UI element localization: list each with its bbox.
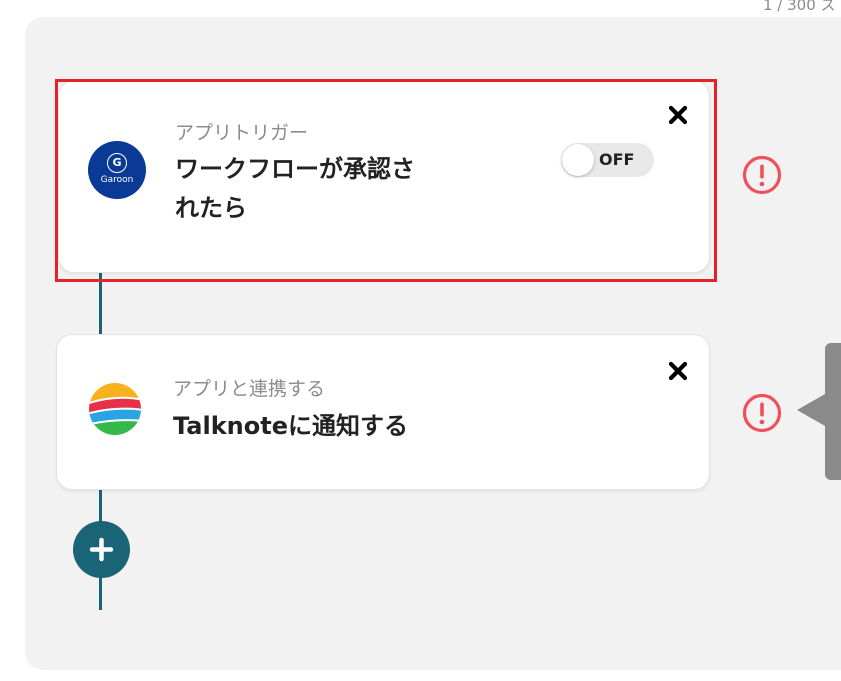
- side-panel-pointer: [797, 394, 825, 426]
- step-counter: 1 / 300 ス: [763, 0, 836, 14]
- plus-icon: [89, 537, 114, 562]
- action-step-title: Talknoteに通知する: [173, 412, 408, 440]
- trigger-step-card[interactable]: G Garoon アプリトリガー ワークフローが承認さ れたら OFF: [58, 80, 710, 273]
- flow-connector-line: [99, 577, 102, 610]
- flow-connector-line: [99, 490, 102, 522]
- add-step-button[interactable]: [73, 521, 130, 578]
- close-icon[interactable]: [667, 360, 689, 382]
- exclamation-circle-icon: [742, 155, 782, 195]
- talknote-app-icon: [86, 380, 144, 438]
- trigger-toggle-switch[interactable]: OFF: [561, 143, 654, 177]
- side-panel: [825, 343, 841, 480]
- close-icon[interactable]: [667, 104, 689, 126]
- garoon-logo-word: Garoon: [100, 175, 134, 185]
- toggle-state-label: OFF: [599, 150, 635, 169]
- garoon-app-icon: G Garoon: [88, 141, 146, 199]
- exclamation-circle-icon: [742, 393, 782, 433]
- action-step-card[interactable]: アプリと連携する Talknoteに通知する: [56, 334, 710, 490]
- trigger-step-type: アプリトリガー: [175, 122, 309, 144]
- action-step-type: アプリと連携する: [173, 378, 326, 400]
- toggle-knob: [562, 144, 594, 176]
- flow-connector-line: [99, 272, 102, 334]
- trigger-step-title: ワークフローが承認さ れたら: [175, 155, 415, 222]
- garoon-logo-badge: G: [107, 153, 127, 173]
